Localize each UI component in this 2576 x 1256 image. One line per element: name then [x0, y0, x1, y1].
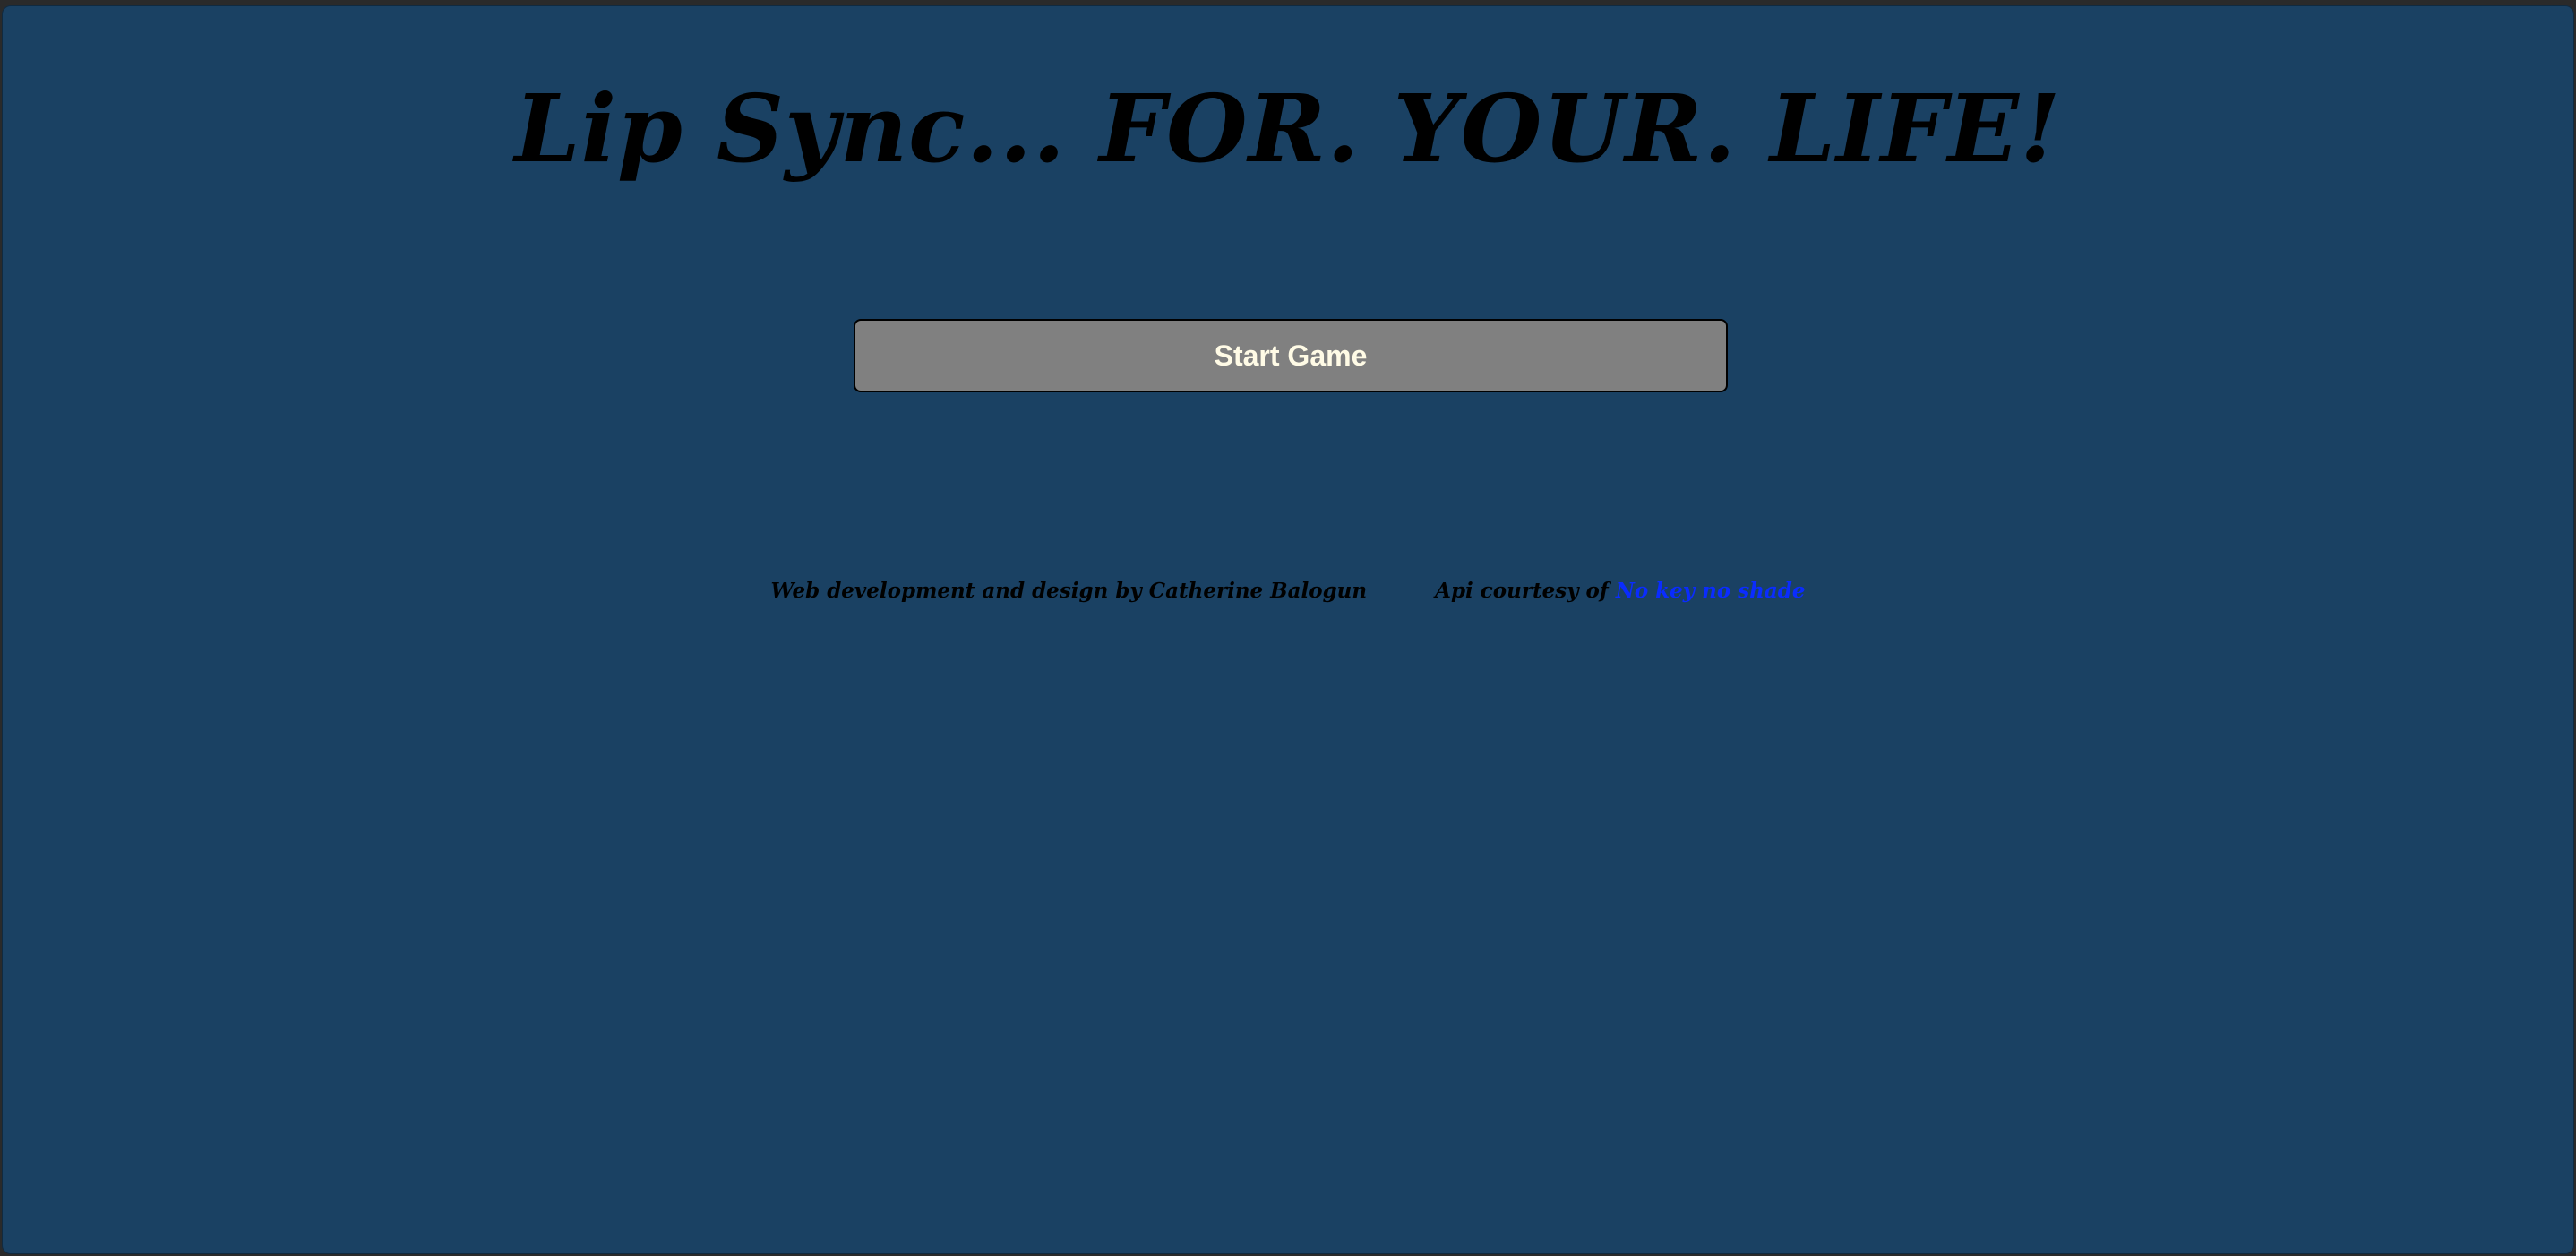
start-game-button[interactable]: Start Game: [854, 319, 1728, 392]
page-title: Lip Sync... FOR. YOUR. LIFE!: [514, 73, 2062, 184]
api-link[interactable]: No key no shade: [1616, 579, 1806, 603]
footer-credit: Web development and design by Catherine …: [770, 579, 1368, 603]
footer-api-credit: Api courtesy of No key no shade: [1435, 579, 1805, 603]
footer: Web development and design by Catherine …: [2, 579, 2574, 603]
footer-api-prefix: Api courtesy of: [1435, 579, 1609, 603]
app-window: Lip Sync... FOR. YOUR. LIFE! Start Game …: [2, 5, 2574, 1254]
